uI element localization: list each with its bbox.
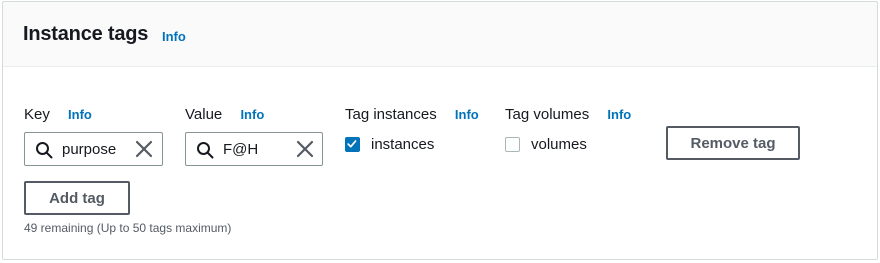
close-icon[interactable] [296, 140, 314, 158]
tag-instances-checkbox[interactable] [345, 137, 360, 152]
value-info-link[interactable]: Info [240, 107, 264, 122]
tag-instances-info-link[interactable]: Info [455, 107, 479, 122]
tag-volumes-label: Tag volumes [505, 106, 590, 123]
add-tag-button[interactable]: Add tag [24, 181, 130, 215]
panel-header: Instance tags Info [3, 2, 877, 67]
key-input[interactable]: purpose [24, 132, 163, 166]
key-label-group: Key Info [24, 106, 92, 123]
remaining-tags-hint: 49 remaining (Up to 50 tags maximum) [24, 221, 232, 235]
value-input[interactable]: F@H [185, 132, 323, 166]
value-label: Value [185, 106, 223, 123]
key-label: Key [24, 106, 50, 123]
search-icon [197, 142, 214, 159]
remove-tag-button[interactable]: Remove tag [666, 126, 800, 160]
header-info-link[interactable]: Info [162, 29, 186, 44]
tag-instances-checkbox-label[interactable]: instances [371, 136, 434, 153]
checkmark-icon [347, 140, 357, 148]
tag-volumes-label-group: Tag volumes Info [505, 106, 631, 123]
tag-instances-label-group: Tag instances Info [345, 106, 479, 123]
tag-volumes-checkbox-label[interactable]: volumes [531, 136, 587, 153]
tag-volumes-checkbox[interactable] [505, 137, 520, 152]
panel-title: Instance tags [23, 23, 149, 45]
key-input-value: purpose [62, 141, 117, 158]
tag-instances-label: Tag instances [345, 106, 437, 123]
instance-tags-panel: Instance tags Info Key Info purpose Valu… [2, 1, 878, 260]
value-label-group: Value Info [185, 106, 264, 123]
value-input-value: F@H [223, 141, 259, 158]
close-icon[interactable] [135, 140, 153, 158]
key-info-link[interactable]: Info [68, 107, 92, 122]
search-icon [36, 142, 53, 159]
tag-volumes-info-link[interactable]: Info [607, 107, 631, 122]
